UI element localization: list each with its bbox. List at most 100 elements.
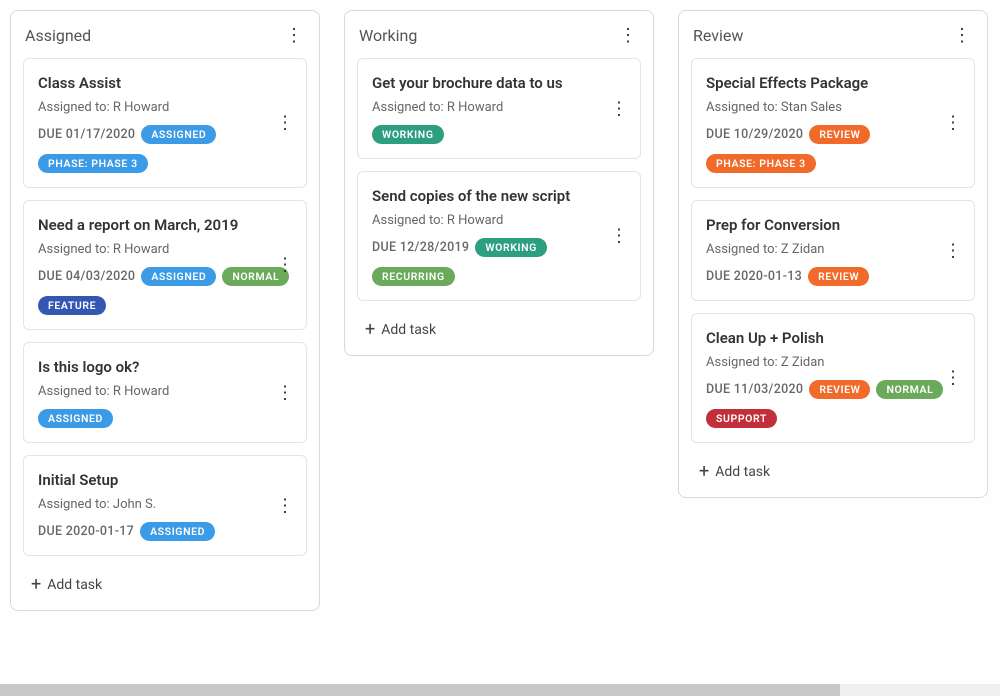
card-assignee: Assigned to: R Howard [38, 384, 294, 399]
card-meta: DUE 04/03/2020ASSIGNEDNORMALFEATURE [38, 267, 294, 315]
card-due-date: DUE 10/29/2020 [706, 127, 803, 142]
assignee-prefix: Assigned to: [372, 213, 447, 228]
assignee-prefix: Assigned to: [38, 100, 113, 115]
column-title: Working [359, 26, 417, 45]
card-meta: DUE 2020-01-13 REVIEW [706, 267, 962, 286]
column-title: Review [693, 26, 743, 45]
assignee-name: Stan Sales [781, 100, 842, 115]
card-due-date: DUE 01/17/2020 [38, 127, 135, 142]
card-assignee: Assigned to: Z Zidan [706, 242, 962, 257]
card-menu-icon[interactable]: ⋮ [276, 495, 294, 516]
column-menu-icon[interactable]: ⋮ [949, 23, 973, 48]
card-title: Initial Setup [38, 470, 258, 491]
card-menu-icon[interactable]: ⋮ [610, 226, 628, 247]
assignee-prefix: Assigned to: [38, 242, 113, 257]
task-card[interactable]: Is this logo ok?Assigned to: R HowardASS… [23, 342, 307, 443]
card-meta: DUE 10/29/2020 REVIEW PHASE: PHASE 3 [706, 125, 962, 173]
assignee-name: R Howard [447, 100, 503, 115]
assignee-name: R Howard [113, 100, 169, 115]
card-title: Clean Up + Polish [706, 328, 926, 349]
column-menu-icon[interactable]: ⋮ [281, 23, 305, 48]
card-due-date: DUE 2020-01-13 [706, 269, 802, 284]
card-assignee: Assigned to: Stan Sales [706, 100, 962, 115]
card-due-date: DUE 04/03/2020 [38, 269, 135, 284]
scrollbar-thumb[interactable] [0, 684, 840, 696]
card-due-date: DUE 12/28/2019 [372, 240, 469, 255]
column-title: Assigned [25, 26, 91, 45]
status-pill: REVIEW [809, 380, 870, 399]
assignee-name: R Howard [113, 242, 169, 257]
add-task-button[interactable]: + Add task [345, 313, 653, 343]
task-card[interactable]: Get your brochure data to us Assigned to:… [357, 58, 641, 159]
task-card[interactable]: Class Assist Assigned to: R Howard DUE 01/… [23, 58, 307, 188]
card-meta: DUE 11/03/2020 REVIEW NORMAL SUPPORT [706, 380, 962, 428]
card-menu-icon[interactable]: ⋮ [944, 240, 962, 261]
card-assignee: Assigned to: R Howard [372, 100, 628, 115]
card-menu-icon[interactable]: ⋮ [944, 113, 962, 134]
card-title: Special Effects Package [706, 73, 926, 94]
status-pill: FEATURE [38, 296, 106, 315]
card-meta: ASSIGNED [38, 409, 294, 428]
add-task-label: Add task [47, 577, 102, 593]
horizontal-scrollbar[interactable] [0, 684, 1000, 696]
plus-icon: + [31, 576, 41, 594]
column-header: Review ⋮ [679, 11, 987, 58]
card-menu-icon[interactable]: ⋮ [610, 98, 628, 119]
assignee-prefix: Assigned to: [706, 355, 781, 370]
card-due-date: DUE 11/03/2020 [706, 382, 803, 397]
status-pill: PHASE: PHASE 3 [706, 154, 816, 173]
add-task-label: Add task [715, 464, 770, 480]
card-title: Get your brochure data to us [372, 73, 592, 94]
card-assignee: Assigned to: R Howard [38, 242, 294, 257]
status-pill: PHASE: PHASE 3 [38, 154, 148, 173]
assignee-prefix: Assigned to: [706, 100, 781, 115]
card-assignee: Assigned to: Z Zidan [706, 355, 962, 370]
task-card[interactable]: Need a report on March, 2019Assigned to:… [23, 200, 307, 330]
task-card[interactable]: Clean Up + Polish Assigned to: Z Zidan DUE… [691, 313, 975, 443]
column-header: Working ⋮ [345, 11, 653, 58]
column-menu-icon[interactable]: ⋮ [615, 23, 639, 48]
card-meta: DUE 2020-01-17 ASSIGNED [38, 522, 294, 541]
card-assignee: Assigned to: R Howard [38, 100, 294, 115]
assignee-prefix: Assigned to: [706, 242, 781, 257]
card-menu-icon[interactable]: ⋮ [276, 255, 294, 276]
column: Working ⋮ Get your brochure data to us Assi… [344, 10, 654, 356]
add-task-button[interactable]: + Add task [679, 455, 987, 485]
card-title: Prep for Conversion [706, 215, 926, 236]
card-title: Class Assist [38, 73, 258, 94]
task-card[interactable]: Send copies of the new scriptAssigned to… [357, 171, 641, 301]
card-menu-icon[interactable]: ⋮ [276, 113, 294, 134]
add-task-button[interactable]: + Add task [11, 568, 319, 598]
task-card[interactable]: Prep for Conversion Assigned to: Z Zidan D… [691, 200, 975, 301]
status-pill: REVIEW [809, 125, 870, 144]
card-meta: DUE 12/28/2019WORKINGRECURRING [372, 238, 628, 286]
add-task-label: Add task [381, 322, 436, 338]
status-pill: ASSIGNED [140, 522, 215, 541]
assignee-name: John S. [113, 497, 156, 512]
assignee-name: Z Zidan [781, 355, 825, 370]
assignee-prefix: Assigned to: [38, 497, 113, 512]
column-header: Assigned ⋮ [11, 11, 319, 58]
kanban-board: Assigned ⋮ Class Assist Assigned to: R Howa… [10, 10, 990, 611]
column: Review ⋮ Special Effects Package Assigned t… [678, 10, 988, 498]
status-pill: ASSIGNED [141, 267, 216, 286]
status-pill: NORMAL [876, 380, 943, 399]
assignee-name: R Howard [113, 384, 169, 399]
card-meta: DUE 01/17/2020 ASSIGNED PHASE: PHASE 3 [38, 125, 294, 173]
status-pill: REVIEW [808, 267, 869, 286]
status-pill: SUPPORT [706, 409, 777, 428]
card-due-date: DUE 2020-01-17 [38, 524, 134, 539]
assignee-name: Z Zidan [781, 242, 825, 257]
plus-icon: + [365, 321, 375, 339]
task-card[interactable]: Initial Setup Assigned to: John S. DUE 202… [23, 455, 307, 556]
status-pill: ASSIGNED [38, 409, 113, 428]
card-menu-icon[interactable]: ⋮ [944, 368, 962, 389]
card-menu-icon[interactable]: ⋮ [276, 382, 294, 403]
status-pill: WORKING [372, 125, 444, 144]
task-card[interactable]: Special Effects Package Assigned to: Stan… [691, 58, 975, 188]
status-pill: ASSIGNED [141, 125, 216, 144]
column: Assigned ⋮ Class Assist Assigned to: R Howa… [10, 10, 320, 611]
card-assignee: Assigned to: John S. [38, 497, 294, 512]
plus-icon: + [699, 463, 709, 481]
assignee-name: R Howard [447, 213, 503, 228]
